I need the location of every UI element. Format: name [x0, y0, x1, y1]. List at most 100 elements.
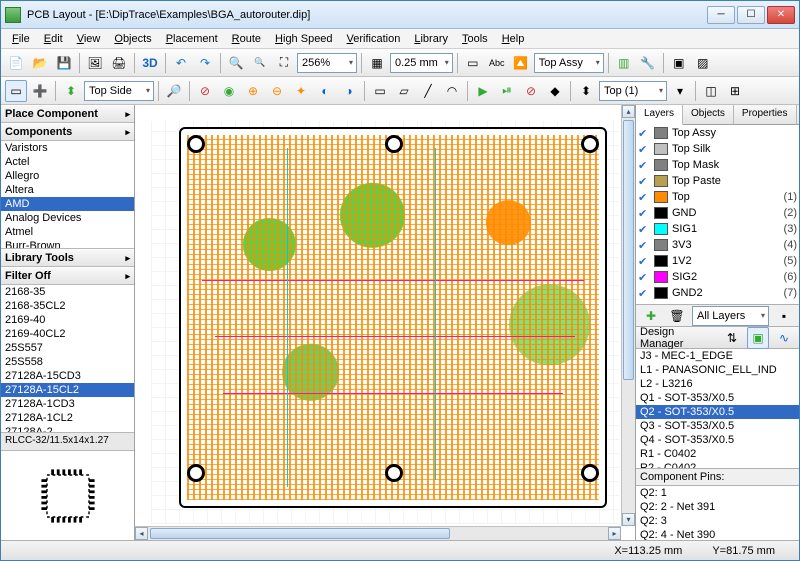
color-swatch[interactable]: [654, 175, 668, 187]
save-icon[interactable]: 💾: [53, 52, 75, 74]
check-icon[interactable]: ✔: [638, 143, 650, 156]
component-pins-list[interactable]: Q2: 1Q2: 2 - Net 391Q2: 3Q2: 4 - Net 390…: [636, 486, 799, 540]
route-f-icon[interactable]: ◐: [314, 80, 336, 102]
dm-net-icon[interactable]: ∿: [773, 327, 795, 349]
component-item[interactable]: Burr-Brown: [1, 239, 134, 249]
design-manager-list[interactable]: J3 - MEC-1_EDGEL1 - PANASONIC_ELL_INDL2 …: [636, 349, 799, 469]
pcb-board[interactable]: [179, 127, 607, 508]
layers-list[interactable]: ✔Top Assy✔Top Silk✔Top Mask✔Top Paste✔To…: [636, 125, 799, 305]
pin-item[interactable]: Q2: 3: [636, 514, 799, 528]
menu-route[interactable]: Route: [225, 31, 268, 47]
component-item[interactable]: Allegro: [1, 169, 134, 183]
layer-row[interactable]: ✔Top Paste: [636, 173, 799, 189]
shape-arc-icon[interactable]: ◠: [441, 80, 463, 102]
dm-item[interactable]: L2 - L3216: [636, 377, 799, 391]
dm-item[interactable]: J3 - MEC-1_EDGE: [636, 349, 799, 363]
select-icon[interactable]: ▭: [5, 80, 27, 102]
dm-item[interactable]: L1 - PANASONIC_ELL_IND: [636, 363, 799, 377]
add-layer-icon[interactable]: ✚: [640, 305, 662, 327]
pcb-canvas[interactable]: ▴▾ ◂▸: [135, 105, 635, 540]
color-swatch[interactable]: [654, 127, 668, 139]
route-d-icon[interactable]: ⊖: [266, 80, 288, 102]
close-button[interactable]: ✕: [767, 6, 795, 24]
color-swatch[interactable]: [654, 207, 668, 219]
layer-row[interactable]: ✔Top(1): [636, 189, 799, 205]
assy-icon[interactable]: 🔼: [510, 52, 532, 74]
component-item[interactable]: Altera: [1, 183, 134, 197]
print-icon[interactable]: 🖨: [108, 52, 130, 74]
check-icon[interactable]: ✔: [638, 239, 650, 252]
pan-icon[interactable]: ➕: [29, 80, 51, 102]
layer-row[interactable]: ✔Top Silk: [636, 141, 799, 157]
layer-row[interactable]: ✔3V3(4): [636, 237, 799, 253]
part-item[interactable]: 2168-35CL2: [1, 299, 134, 313]
dm-item[interactable]: Q2 - SOT-353/X0.5: [636, 405, 799, 419]
part-item[interactable]: 25S557: [1, 341, 134, 355]
menu-objects[interactable]: Objects: [107, 31, 158, 47]
tab-objects[interactable]: Objects: [683, 105, 734, 124]
shape-rect-icon[interactable]: ▭: [369, 80, 391, 102]
check-icon[interactable]: ✔: [638, 207, 650, 220]
layer-row[interactable]: ✔GND2(7): [636, 285, 799, 301]
open-icon[interactable]: 📂: [29, 52, 51, 74]
check-icon[interactable]: ✔: [638, 175, 650, 188]
pin-item[interactable]: Q2: 2 - Net 391: [636, 500, 799, 514]
menu-help[interactable]: Help: [495, 31, 532, 47]
route-c-icon[interactable]: ⊕: [242, 80, 264, 102]
check-icon[interactable]: ✔: [638, 271, 650, 284]
check-icon[interactable]: ✔: [638, 159, 650, 172]
color-swatch[interactable]: [654, 143, 668, 155]
menu-file[interactable]: File: [5, 31, 37, 47]
menu-view[interactable]: View: [70, 31, 108, 47]
color-swatch[interactable]: [654, 223, 668, 235]
tool-a-icon[interactable]: 🔧: [637, 52, 659, 74]
route-e-icon[interactable]: ✦: [290, 80, 312, 102]
menu-placement[interactable]: Placement: [159, 31, 225, 47]
layer-filter-select[interactable]: All Layers: [692, 306, 769, 326]
part-item[interactable]: 2169-40: [1, 313, 134, 327]
drc-icon[interactable]: ▥: [613, 52, 635, 74]
route-g-icon[interactable]: ◑: [338, 80, 360, 102]
color-swatch[interactable]: [654, 287, 668, 299]
tab-properties[interactable]: Properties: [734, 105, 797, 124]
side-icon[interactable]: ⬍: [60, 80, 82, 102]
layer-row[interactable]: ✔SIG2(6): [636, 269, 799, 285]
undo-icon[interactable]: ↶: [170, 52, 192, 74]
component-item[interactable]: Actel: [1, 155, 134, 169]
layer-opts-icon[interactable]: ▪: [773, 305, 795, 327]
part-item[interactable]: 25S558: [1, 355, 134, 369]
preview-icon[interactable]: 🖼: [84, 52, 106, 74]
menu-high-speed[interactable]: High Speed: [268, 31, 340, 47]
tab-layers[interactable]: Layers: [636, 105, 683, 125]
3d-button[interactable]: 3D: [139, 52, 161, 74]
maximize-button[interactable]: ☐: [737, 6, 765, 24]
menu-edit[interactable]: Edit: [37, 31, 70, 47]
menu-tools[interactable]: Tools: [455, 31, 495, 47]
component-item[interactable]: Varistors: [1, 141, 134, 155]
zoom-area-icon[interactable]: ⛶: [273, 52, 295, 74]
place-component-header[interactable]: Place Component▸: [1, 105, 134, 123]
dm-item[interactable]: R1 - C0402: [636, 447, 799, 461]
layer-row[interactable]: ✔SIG1(3): [636, 221, 799, 237]
check-icon[interactable]: ✔: [638, 255, 650, 268]
part-item[interactable]: 27128A-2: [1, 425, 134, 433]
component-item[interactable]: Analog Devices: [1, 211, 134, 225]
zoom-in-icon[interactable]: 🔍: [225, 52, 247, 74]
color-swatch[interactable]: [654, 255, 668, 267]
layer-row[interactable]: ✔1V2(5): [636, 253, 799, 269]
shape-poly-icon[interactable]: ▱: [393, 80, 415, 102]
find-icon[interactable]: 🔎: [163, 80, 185, 102]
component-item[interactable]: Atmel: [1, 225, 134, 239]
part-item[interactable]: 27128A-15CD3: [1, 369, 134, 383]
zoom-select[interactable]: 256%: [297, 53, 357, 73]
color-swatch[interactable]: [654, 239, 668, 251]
redo-icon[interactable]: ↷: [194, 52, 216, 74]
layer-swap-icon[interactable]: ⬍: [575, 80, 597, 102]
del-layer-icon[interactable]: 🗑: [666, 305, 688, 327]
step-icon[interactable]: ⏯: [496, 80, 518, 102]
assy-select[interactable]: Top Assy: [534, 53, 604, 73]
h-scrollbar[interactable]: ◂▸: [135, 526, 621, 540]
filter-header[interactable]: Filter Off▸: [1, 267, 134, 285]
component-item[interactable]: AMD: [1, 197, 134, 211]
pin-item[interactable]: Q2: 1: [636, 486, 799, 500]
